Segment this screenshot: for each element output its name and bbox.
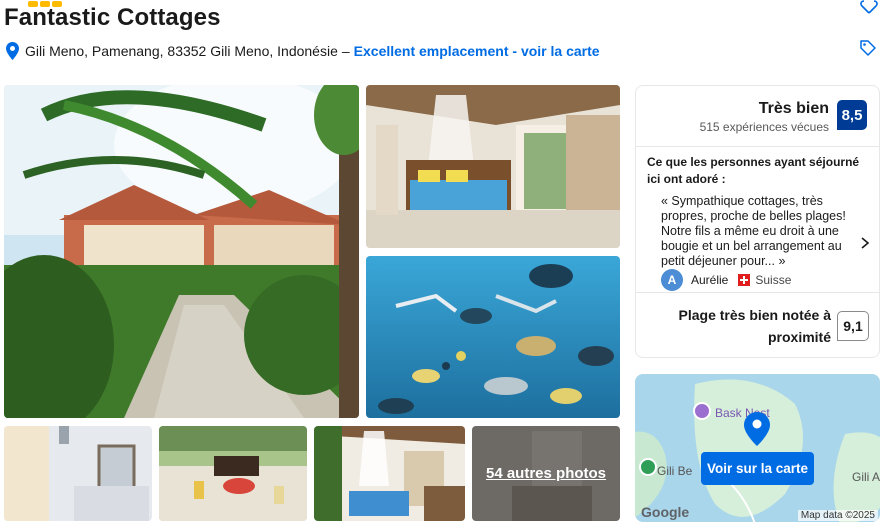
- more-photos-label[interactable]: 54 autres photos: [486, 465, 606, 482]
- map-pin-icon: [744, 412, 770, 446]
- heart-icon[interactable]: [860, 0, 878, 14]
- beach-rating-label: Plage très bien notée à proximité: [678, 307, 832, 345]
- map-label-gili-air: Gili A: [851, 470, 880, 484]
- score-badge: 8,5: [837, 100, 867, 130]
- experiences-count: 515 expériences vécues: [699, 120, 829, 134]
- author-name: Aurélie: [691, 273, 729, 287]
- poi-marker-icon: [693, 402, 711, 420]
- tag-icon[interactable]: [860, 40, 876, 56]
- star-rating: [28, 0, 78, 7]
- location-map-link[interactable]: Excellent emplacement - voir la carte: [354, 43, 600, 59]
- poi-marker-icon: [639, 458, 657, 476]
- map-attribution: Map data ©2025: [797, 510, 878, 521]
- swiss-flag-icon: [738, 274, 751, 286]
- avatar: A: [661, 269, 683, 291]
- thumbnail-breakfast[interactable]: [159, 426, 307, 521]
- thumbnail-bathroom[interactable]: [4, 426, 152, 521]
- address-separator: –: [341, 43, 350, 59]
- review-summary-card: Très bien 515 expériences vécues 8,5 Ce …: [635, 85, 880, 358]
- room-photo[interactable]: [366, 85, 620, 248]
- diving-photo[interactable]: [366, 256, 620, 418]
- rating-label: Très bien: [758, 100, 829, 117]
- map-preview[interactable]: Bask Nest Gili Be Gili A Voir sur la car…: [635, 374, 880, 522]
- google-logo: Google: [641, 504, 690, 520]
- divider: [636, 146, 879, 147]
- map-background: [635, 374, 880, 522]
- author-country: Suisse: [755, 273, 792, 287]
- view-map-button[interactable]: Voir sur la carte: [701, 452, 814, 485]
- thumbnail-bedroom[interactable]: [314, 426, 465, 521]
- location-pin-icon: [6, 42, 19, 60]
- rating-header[interactable]: Très bien 515 expériences vécues 8,5: [700, 100, 867, 134]
- address-row: Gili Meno, Pamenang, 83352 Gili Meno, In…: [6, 40, 600, 62]
- address-text: Gili Meno, Pamenang, 83352 Gili Meno, In…: [25, 43, 338, 59]
- beach-score-badge: 9,1: [837, 311, 869, 341]
- guests-loved-heading: Ce que les personnes ayant séjourné ici …: [647, 155, 860, 186]
- more-photos-tile[interactable]: 54 autres photos: [472, 426, 620, 521]
- map-label-gili: Gili Be: [657, 464, 693, 478]
- property-title: Fantastic Cottages: [4, 4, 221, 31]
- divider: [636, 292, 879, 293]
- main-photo-garden[interactable]: [4, 85, 359, 418]
- chevron-right-icon[interactable]: [860, 236, 870, 250]
- review-quote: « Sympathique cottages, très propres, pr…: [661, 194, 846, 268]
- review-author: A Aurélie Suisse: [661, 269, 791, 291]
